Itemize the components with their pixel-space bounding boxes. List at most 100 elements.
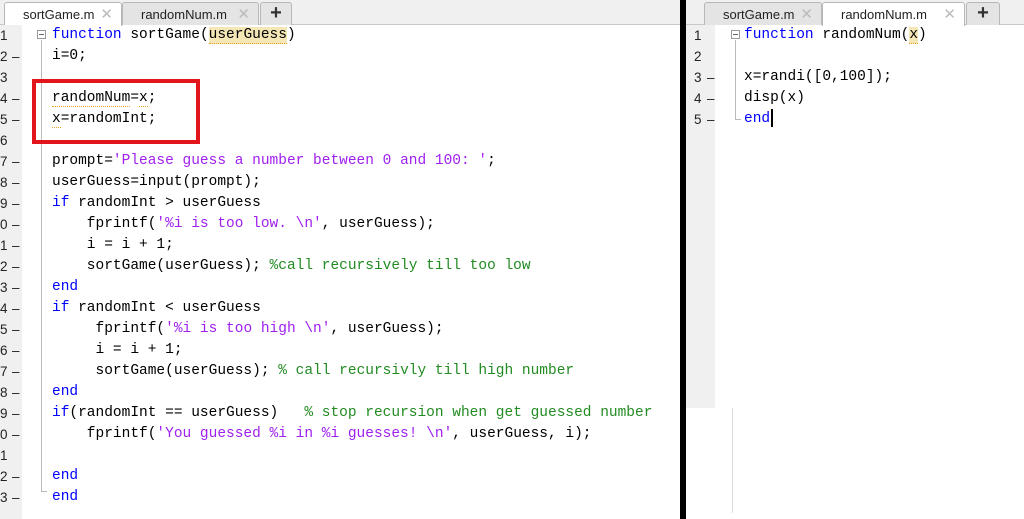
tab-randomnum[interactable]: randomNum.m ✕ <box>822 2 965 26</box>
tab-bar: sortGame.m ✕ randomNum.m ✕ + <box>0 0 680 26</box>
code-line: end <box>744 109 770 130</box>
code-line: i = i + 1; <box>52 340 183 361</box>
code-token: sortGame(userGuess); <box>52 363 279 379</box>
code-token: randomInt < userGuess <box>69 300 261 316</box>
code-token: , userGuess, i); <box>452 426 592 442</box>
breakpoint-marker[interactable]: – <box>12 319 20 340</box>
breakpoint-marker[interactable]: – <box>12 88 20 109</box>
breakpoint-marker[interactable]: – <box>12 340 20 361</box>
line-number-text: 4 <box>694 91 702 106</box>
breakpoint-marker[interactable]: – <box>707 67 715 88</box>
code-token: randomNum( <box>813 27 910 43</box>
comment-token: %call recursively till too low <box>269 258 531 274</box>
code-line: prompt='Please guess a number between 0 … <box>52 151 496 172</box>
code-token: i=0; <box>52 48 87 64</box>
code-line: disp(x) <box>744 88 805 109</box>
code-line: end <box>52 487 78 508</box>
fold-guide-end <box>735 119 741 120</box>
line-number-text: 1 <box>0 28 8 43</box>
code-line: if randomInt > userGuess <box>52 193 261 214</box>
keyword-token: end <box>52 489 79 505</box>
line-number-text: 9 <box>0 406 8 421</box>
line-number-text: 2 <box>0 259 8 274</box>
fold-toggle-icon[interactable] <box>37 30 46 39</box>
breakpoint-marker[interactable]: – <box>12 424 20 445</box>
breakpoint-marker[interactable]: – <box>12 403 20 424</box>
code-line: end <box>52 466 78 487</box>
code-token: , userGuess); <box>321 216 435 232</box>
tab-sortgame[interactable]: sortGame.m ✕ <box>704 2 822 25</box>
code-line: fprintf('%i is too low. \n', userGuess); <box>52 214 435 235</box>
keyword-token: end <box>52 468 79 484</box>
breakpoint-marker[interactable]: – <box>12 172 20 193</box>
code-line: end <box>52 382 78 403</box>
code-token: userGuess=input(prompt); <box>52 174 261 190</box>
breakpoint-marker[interactable]: – <box>12 487 20 508</box>
breakpoint-marker[interactable]: – <box>12 151 20 172</box>
new-tab-button[interactable]: + <box>260 2 292 25</box>
keyword-token: if <box>52 405 70 421</box>
breakpoint-marker[interactable]: – <box>12 361 20 382</box>
line-number-text: 5 <box>0 112 8 127</box>
highlighted-variable: x <box>909 27 919 44</box>
line-number-text: 0 <box>0 217 8 232</box>
line-number-text: 1 <box>694 28 702 43</box>
keyword-token: end <box>744 111 771 127</box>
breakpoint-marker[interactable]: – <box>12 298 20 319</box>
line-number-text: 5 <box>694 112 702 127</box>
line-number-text: 7 <box>0 154 8 169</box>
fold-toggle-icon[interactable] <box>731 30 740 39</box>
line-number-text: 3 <box>0 280 8 295</box>
keyword-token: function <box>52 27 122 43</box>
code-token: x=randi([0,100]); <box>744 69 892 85</box>
keyword-token: function <box>744 27 814 43</box>
line-number-text: 6 <box>0 343 8 358</box>
code-token: ; <box>487 153 496 169</box>
code-line: x=randi([0,100]); <box>744 67 892 88</box>
close-icon[interactable]: ✕ <box>800 5 813 23</box>
breakpoint-marker[interactable]: – <box>12 382 20 403</box>
line-number-text: 3 <box>0 70 8 85</box>
string-token: 'You guessed %i in %i guesses! \n' <box>156 426 453 442</box>
code-token: sortGame(userGuess); <box>52 258 270 274</box>
code-token: , userGuess); <box>330 321 444 337</box>
breakpoint-marker[interactable]: – <box>707 88 715 109</box>
breakpoint-marker[interactable]: – <box>12 109 20 130</box>
breakpoint-marker[interactable]: – <box>12 277 20 298</box>
close-icon[interactable]: ✕ <box>943 5 956 23</box>
fold-guide-end <box>41 491 47 492</box>
breakpoint-marker[interactable]: – <box>12 235 20 256</box>
close-icon[interactable]: ✕ <box>100 5 113 23</box>
string-token: '%i is too high \n' <box>165 321 331 337</box>
line-number-text: 7 <box>0 364 8 379</box>
code-line: fprintf('You guessed %i in %i guesses! \… <box>52 424 592 445</box>
comment-token: % stop recursion when get guessed number <box>304 405 653 421</box>
new-tab-button[interactable]: + <box>966 2 1000 25</box>
breakpoint-marker[interactable]: – <box>12 256 20 277</box>
tab-label: randomNum.m <box>841 7 927 22</box>
code-line: function randomNum(x) <box>744 25 927 46</box>
code-token: (randomInt == userGuess) <box>69 405 305 421</box>
breakpoint-marker[interactable]: – <box>12 466 20 487</box>
tab-sortgame[interactable]: sortGame.m ✕ <box>4 2 122 26</box>
code-token: fprintf( <box>52 216 157 232</box>
breakpoint-marker[interactable]: – <box>12 193 20 214</box>
line-number-text: 1 <box>0 448 8 463</box>
line-number-text: 2 <box>0 49 8 64</box>
tab-randomnum[interactable]: randomNum.m ✕ <box>122 2 259 25</box>
line-number-text: 4 <box>0 301 8 316</box>
code-line: i=0; <box>52 46 87 67</box>
breakpoint-marker[interactable]: – <box>12 46 20 67</box>
keyword-token: end <box>52 279 79 295</box>
close-icon[interactable]: ✕ <box>237 5 250 23</box>
code-line: if randomInt < userGuess <box>52 298 261 319</box>
code-token: i = i + 1; <box>52 342 183 358</box>
code-token: fprintf( <box>52 321 166 337</box>
code-token: ) <box>286 27 296 43</box>
breakpoint-marker[interactable]: – <box>707 109 715 130</box>
code-token: fprintf( <box>52 426 157 442</box>
keyword-token: if <box>52 300 70 316</box>
line-number-text: 8 <box>0 175 8 190</box>
text-cursor <box>771 109 773 127</box>
breakpoint-marker[interactable]: – <box>12 214 20 235</box>
